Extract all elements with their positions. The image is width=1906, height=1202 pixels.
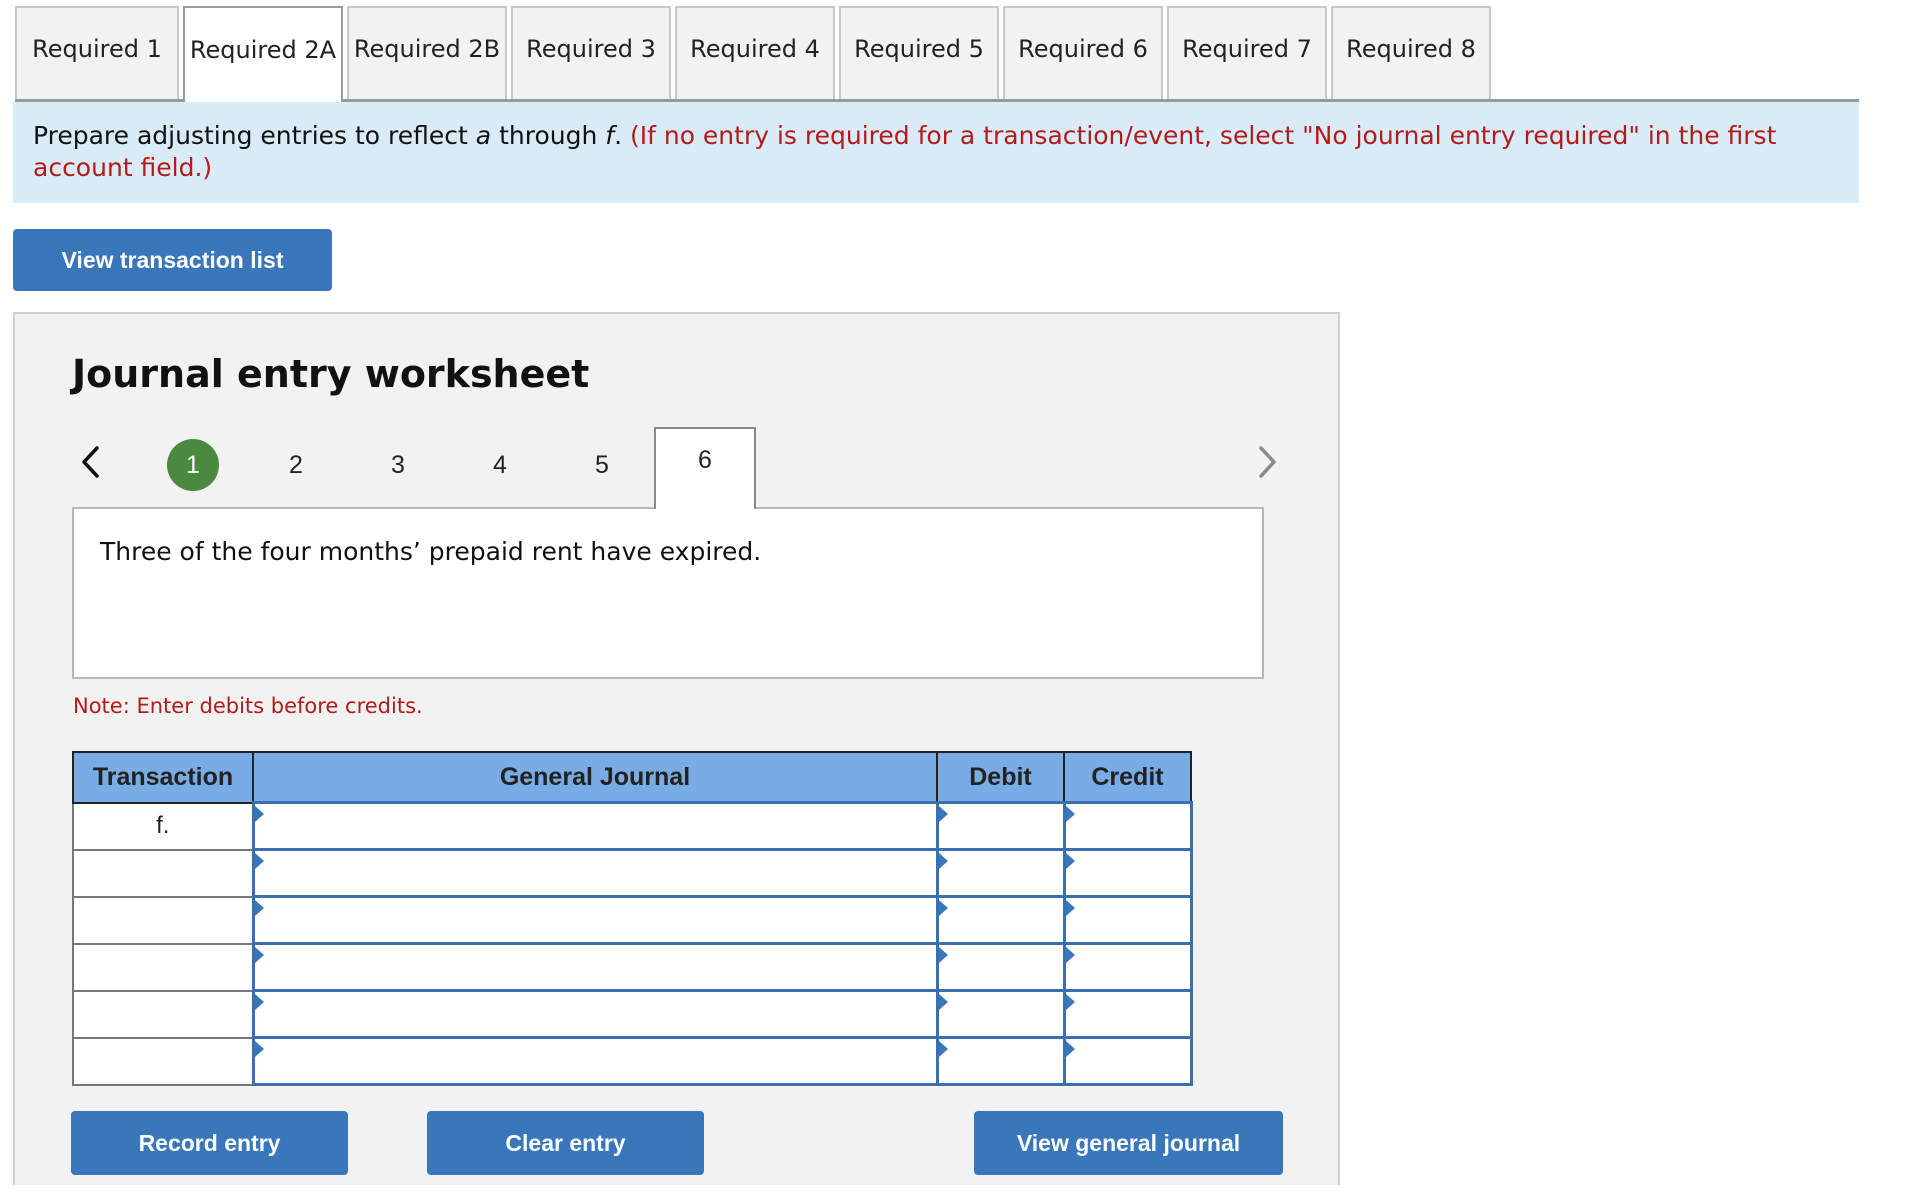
transaction-cell [72, 895, 254, 945]
debit-input-cell [935, 848, 1066, 898]
page-5[interactable]: 5 [576, 439, 628, 491]
credit-input[interactable] [1065, 945, 1190, 989]
account-select[interactable] [254, 804, 936, 848]
view-transaction-list-button[interactable]: View transaction list [13, 229, 332, 291]
debit-input-cell [935, 942, 1066, 992]
col-general-journal: General Journal [252, 751, 938, 804]
instructions-f: f [605, 121, 615, 150]
page-1[interactable]: 1 [167, 439, 219, 491]
debit-input[interactable] [938, 851, 1063, 895]
instructions-text: Prepare adjusting entries to reflect [33, 121, 476, 150]
transaction-cell: f. [72, 801, 254, 851]
tab-required-4[interactable]: Required 4 [675, 6, 835, 100]
record-entry-button[interactable]: Record entry [71, 1111, 348, 1175]
required-tabs: Required 1 Required 2A Required 2B Requi… [15, 6, 1495, 102]
journal-table: Transaction General Journal Debit Credit… [72, 751, 1193, 1086]
instructions-a: a [475, 121, 492, 150]
transaction-cell [72, 942, 254, 992]
chevron-right-icon[interactable] [1253, 442, 1283, 482]
description-text: Three of the four months’ prepaid rent h… [100, 537, 762, 566]
tab-required-7[interactable]: Required 7 [1167, 6, 1327, 100]
table-row [72, 895, 1193, 945]
debit-input[interactable] [938, 898, 1063, 942]
debit-input-cell [935, 895, 1066, 945]
credit-input[interactable] [1065, 898, 1190, 942]
table-row [72, 848, 1193, 898]
credit-input-cell [1062, 848, 1193, 898]
col-debit: Debit [936, 751, 1065, 804]
account-select[interactable] [254, 898, 936, 942]
chevron-left-icon[interactable] [75, 442, 105, 482]
credit-input-cell [1062, 895, 1193, 945]
col-credit: Credit [1063, 751, 1192, 804]
table-row [72, 1036, 1193, 1086]
credit-input-cell [1062, 989, 1193, 1039]
debit-credit-note: Note: Enter debits before credits. [73, 694, 423, 718]
view-general-journal-button[interactable]: View general journal [974, 1111, 1283, 1175]
table-row [72, 942, 1193, 992]
clear-entry-button[interactable]: Clear entry [427, 1111, 704, 1175]
tab-required-6[interactable]: Required 6 [1003, 6, 1163, 100]
debit-input[interactable] [938, 1039, 1063, 1083]
page-6-current[interactable]: 6 [654, 427, 756, 509]
page-3[interactable]: 3 [372, 439, 424, 491]
table-row [72, 989, 1193, 1039]
instructions-text-3: . [614, 121, 630, 150]
instructions-text-2: through [491, 121, 606, 150]
tab-required-2b[interactable]: Required 2B [347, 6, 507, 100]
debit-input[interactable] [938, 992, 1063, 1036]
debit-input[interactable] [938, 945, 1063, 989]
debit-input-cell [935, 801, 1066, 851]
table-header-row: Transaction General Journal Debit Credit [72, 751, 1192, 804]
transaction-description: Three of the four months’ prepaid rent h… [72, 507, 1264, 679]
transaction-cell [72, 848, 254, 898]
account-select[interactable] [254, 851, 936, 895]
debit-input[interactable] [938, 804, 1063, 848]
account-select[interactable] [254, 945, 936, 989]
debit-input-cell [935, 989, 1066, 1039]
table-row: f. [72, 801, 1193, 851]
account-select-cell [251, 942, 939, 992]
credit-input[interactable] [1065, 1039, 1190, 1083]
tab-required-1[interactable]: Required 1 [15, 6, 179, 100]
credit-input-cell [1062, 801, 1193, 851]
account-select-cell [251, 848, 939, 898]
tab-required-2a[interactable]: Required 2A [183, 6, 343, 102]
credit-input-cell [1062, 1036, 1193, 1086]
col-transaction: Transaction [72, 751, 254, 804]
page-2[interactable]: 2 [270, 439, 322, 491]
journal-entry-worksheet: Journal entry worksheet 1 2 3 4 5 6 Thre… [13, 312, 1340, 1185]
debit-input-cell [935, 1036, 1066, 1086]
credit-input-cell [1062, 942, 1193, 992]
worksheet-title: Journal entry worksheet [72, 352, 590, 396]
credit-input[interactable] [1065, 851, 1190, 895]
tab-required-5[interactable]: Required 5 [839, 6, 999, 100]
credit-input[interactable] [1065, 992, 1190, 1036]
page-4[interactable]: 4 [474, 439, 526, 491]
transaction-cell [72, 989, 254, 1039]
instructions-banner: Prepare adjusting entries to reflect a t… [13, 102, 1859, 203]
account-select-cell [251, 989, 939, 1039]
account-select[interactable] [254, 992, 936, 1036]
account-select-cell [251, 895, 939, 945]
transaction-cell [72, 1036, 254, 1086]
credit-input[interactable] [1065, 804, 1190, 848]
tab-required-3[interactable]: Required 3 [511, 6, 671, 100]
tab-required-8[interactable]: Required 8 [1331, 6, 1491, 100]
account-select-cell [251, 801, 939, 851]
account-select-cell [251, 1036, 939, 1086]
account-select[interactable] [254, 1039, 936, 1083]
